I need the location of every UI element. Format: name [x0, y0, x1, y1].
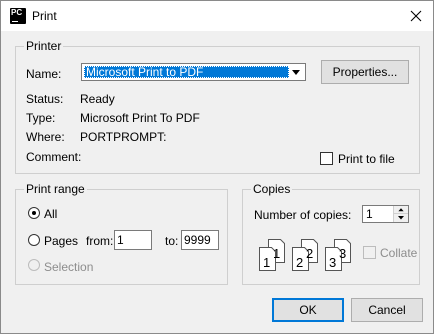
type-value: Microsoft Print To PDF	[80, 111, 200, 125]
status-label: Status:	[26, 92, 64, 106]
printer-name-value: Microsoft Print to PDF	[84, 66, 289, 78]
where-label: Where:	[26, 130, 65, 144]
print-to-file-checkbox[interactable]	[320, 152, 333, 165]
name-label: Name:	[26, 67, 62, 81]
chevron-down-icon[interactable]	[289, 66, 303, 78]
type-label: Type:	[26, 111, 56, 125]
to-label: to:	[165, 234, 179, 248]
collate-pages-icon: 1 1 2 2 3 3	[259, 239, 351, 271]
all-label[interactable]: All	[44, 207, 57, 221]
copies-page-digit: 3	[339, 246, 346, 261]
properties-button[interactable]: Properties...	[321, 60, 409, 84]
pages-radio[interactable]	[28, 234, 40, 246]
copies-group-label: Copies	[251, 182, 293, 196]
selection-label[interactable]: Selection	[44, 260, 93, 274]
ok-button[interactable]: OK	[272, 298, 344, 322]
title-bar[interactable]: PC Print	[1, 1, 433, 31]
copies-page-digit: 1	[273, 246, 280, 261]
window-title: Print	[32, 9, 57, 23]
from-page-input[interactable]: 1	[114, 230, 152, 250]
copies-updown[interactable]	[393, 206, 408, 222]
where-value: PORTPROMPT:	[80, 130, 167, 144]
copies-value[interactable]: 1	[366, 207, 373, 222]
copies-page-digit: 1	[263, 255, 270, 270]
spin-up-icon[interactable]	[394, 206, 408, 214]
to-page-input[interactable]: 9999	[181, 230, 219, 250]
pycharm-icon: PC	[10, 8, 26, 24]
pages-label[interactable]: Pages	[44, 234, 78, 248]
copies-page-digit: 2	[306, 246, 313, 261]
printer-group-label: Printer	[24, 39, 64, 53]
from-label: from:	[86, 234, 114, 248]
close-icon	[410, 10, 422, 22]
copies-spinner[interactable]: 1	[362, 205, 409, 223]
selection-radio[interactable]	[28, 259, 40, 271]
print-range-group-label: Print range	[24, 182, 87, 196]
cancel-button[interactable]: Cancel	[351, 298, 423, 322]
copies-page-digit: 2	[296, 255, 303, 270]
print-to-file-label[interactable]: Print to file	[338, 152, 395, 166]
number-of-copies-label: Number of copies:	[254, 208, 352, 222]
copies-page-digit: 3	[329, 255, 336, 270]
close-button[interactable]	[405, 5, 427, 27]
collate-checkbox[interactable]	[363, 246, 376, 259]
all-radio[interactable]	[28, 207, 40, 219]
status-value: Ready	[80, 92, 115, 106]
spin-down-icon[interactable]	[394, 214, 408, 222]
print-dialog: PC Print Printer Name: Microsoft Print t…	[0, 0, 434, 334]
collate-label[interactable]: Collate	[380, 246, 417, 260]
printer-name-select[interactable]: Microsoft Print to PDF	[81, 63, 306, 81]
comment-label: Comment:	[26, 150, 82, 164]
